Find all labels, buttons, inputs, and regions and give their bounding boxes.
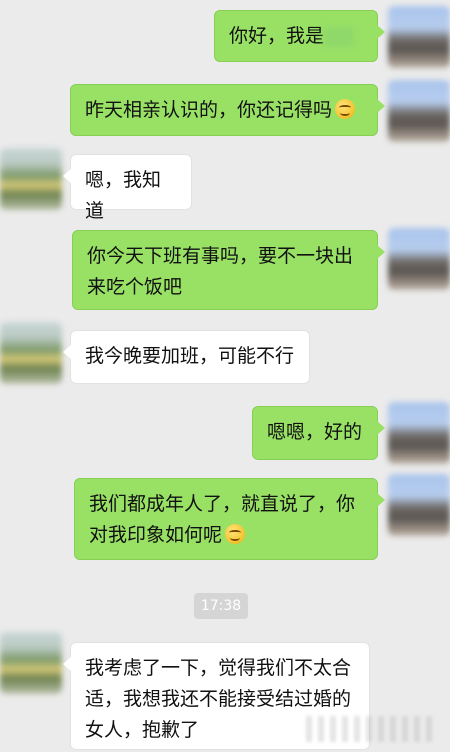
contact-avatar[interactable]	[0, 148, 62, 210]
message-timestamp: 17:38	[194, 593, 248, 619]
contact-avatar[interactable]	[0, 632, 62, 694]
my-avatar[interactable]	[388, 228, 450, 290]
message-text: 我今晚要加班，可能不行	[85, 345, 295, 367]
redacted-name	[324, 26, 355, 47]
message-bubble-received[interactable]: 嗯，我知道	[63, 154, 192, 222]
my-avatar[interactable]	[388, 474, 450, 536]
my-avatar[interactable]	[388, 402, 450, 464]
my-avatar[interactable]	[388, 6, 450, 68]
chat-window: 你好，我是 昨天相亲认识的，你还记得吗 嗯，我知道 你今天下班有事吗，要不一块出…	[0, 0, 450, 752]
message-bubble-sent[interactable]: 你今天下班有事吗，要不一块出来吃个饭吧	[72, 230, 385, 310]
message-text: 嗯嗯，好的	[267, 421, 363, 443]
smile-emoji-icon	[335, 99, 356, 119]
smile-emoji-icon	[225, 524, 246, 544]
message-text: 嗯，我知道	[85, 169, 162, 222]
message-text: 你今天下班有事吗，要不一块出来吃个饭吧	[87, 245, 354, 298]
message-text: 你好，我是	[229, 25, 325, 47]
message-bubble-received[interactable]: 我今晚要加班，可能不行	[63, 330, 310, 384]
watermark	[306, 716, 436, 742]
message-bubble-sent[interactable]: 嗯嗯，好的	[252, 406, 385, 460]
message-text: 我们都成年人了，就直说了，你对我印象如何呢	[89, 493, 356, 546]
my-avatar[interactable]	[388, 80, 450, 142]
message-bubble-sent[interactable]: 昨天相亲认识的，你还记得吗	[70, 84, 385, 136]
message-bubble-sent[interactable]: 我们都成年人了，就直说了，你对我印象如何呢	[74, 478, 385, 560]
contact-avatar[interactable]	[0, 322, 62, 384]
message-bubble-sent[interactable]: 你好，我是	[214, 10, 385, 62]
message-text: 昨天相亲认识的，你还记得吗	[85, 99, 333, 121]
